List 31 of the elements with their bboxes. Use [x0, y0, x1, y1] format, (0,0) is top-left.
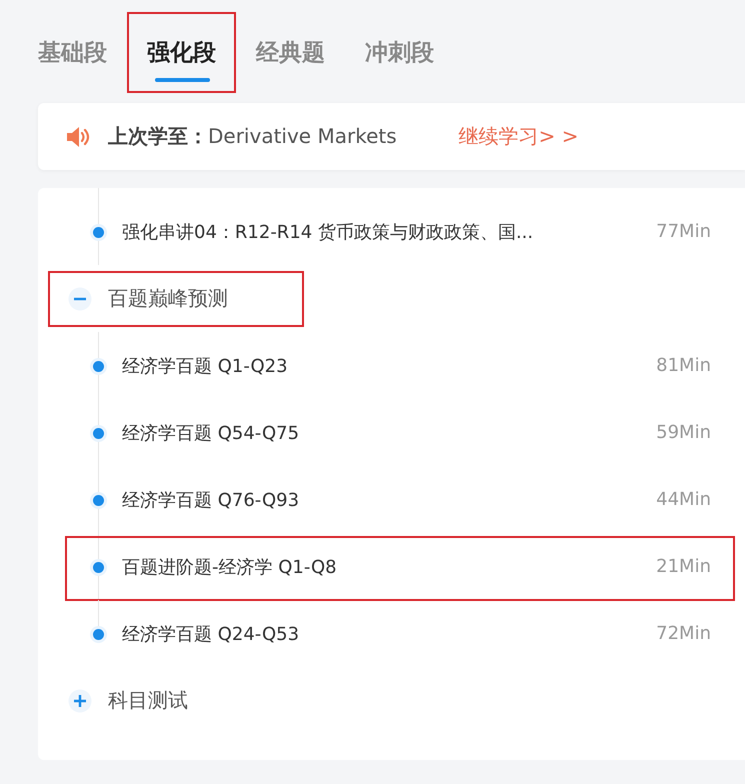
bullet-dot — [93, 361, 104, 372]
lesson-row[interactable]: 强化串讲04：R12-R14 货币政策与财政政策、国... 77Min — [38, 188, 745, 265]
bullet-dot — [93, 629, 104, 640]
collapse-icon[interactable] — [68, 286, 92, 310]
lesson-title: 强化串讲04：R12-R14 货币政策与财政政策、国... — [122, 220, 534, 244]
duration: 72Min — [656, 623, 711, 644]
lesson-row[interactable]: 经济学百题 Q24-Q53 72Min — [38, 600, 745, 667]
bullet-dot — [93, 495, 104, 506]
lesson-row[interactable]: 经济学百题 Q1-Q23 81Min — [38, 332, 745, 399]
duration: 77Min — [656, 221, 711, 242]
lesson-title: 经济学百题 Q1-Q23 — [122, 354, 289, 378]
bullet-dot — [93, 428, 104, 439]
group-title[interactable]: 科目测试 — [108, 687, 188, 714]
duration: 81Min — [656, 355, 711, 376]
duration: 59Min — [656, 422, 711, 443]
expand-icon[interactable] — [68, 688, 92, 712]
lesson-title: 百题进阶题-经济学 Q1-Q8 — [122, 556, 338, 578]
lesson-title: 经济学百题 Q76-Q93 — [122, 488, 300, 512]
lesson-row[interactable]: 经济学百题 Q76-Q93 44Min — [38, 466, 745, 533]
lesson-row[interactable]: 经济学百题 Q54-Q75 59Min — [38, 399, 745, 466]
duration: 44Min — [656, 489, 711, 510]
lesson-title: 经济学百题 Q54-Q75 — [122, 422, 300, 444]
bullet-dot — [93, 227, 104, 238]
duration: 21Min — [656, 556, 711, 577]
speaker-icon — [66, 126, 92, 148]
lesson-row[interactable]: 百题进阶题-经济学 Q1-Q8 21Min — [38, 533, 745, 600]
bullet-dot — [93, 562, 104, 573]
tab[interactable]: 强化段 — [127, 12, 236, 93]
group-title[interactable]: 百题巅峰预测 — [108, 285, 228, 312]
last-studied-text: 上次学至：Derivative Markets — [108, 123, 397, 150]
lesson-title: 经济学百题 Q24-Q53 — [122, 622, 300, 646]
